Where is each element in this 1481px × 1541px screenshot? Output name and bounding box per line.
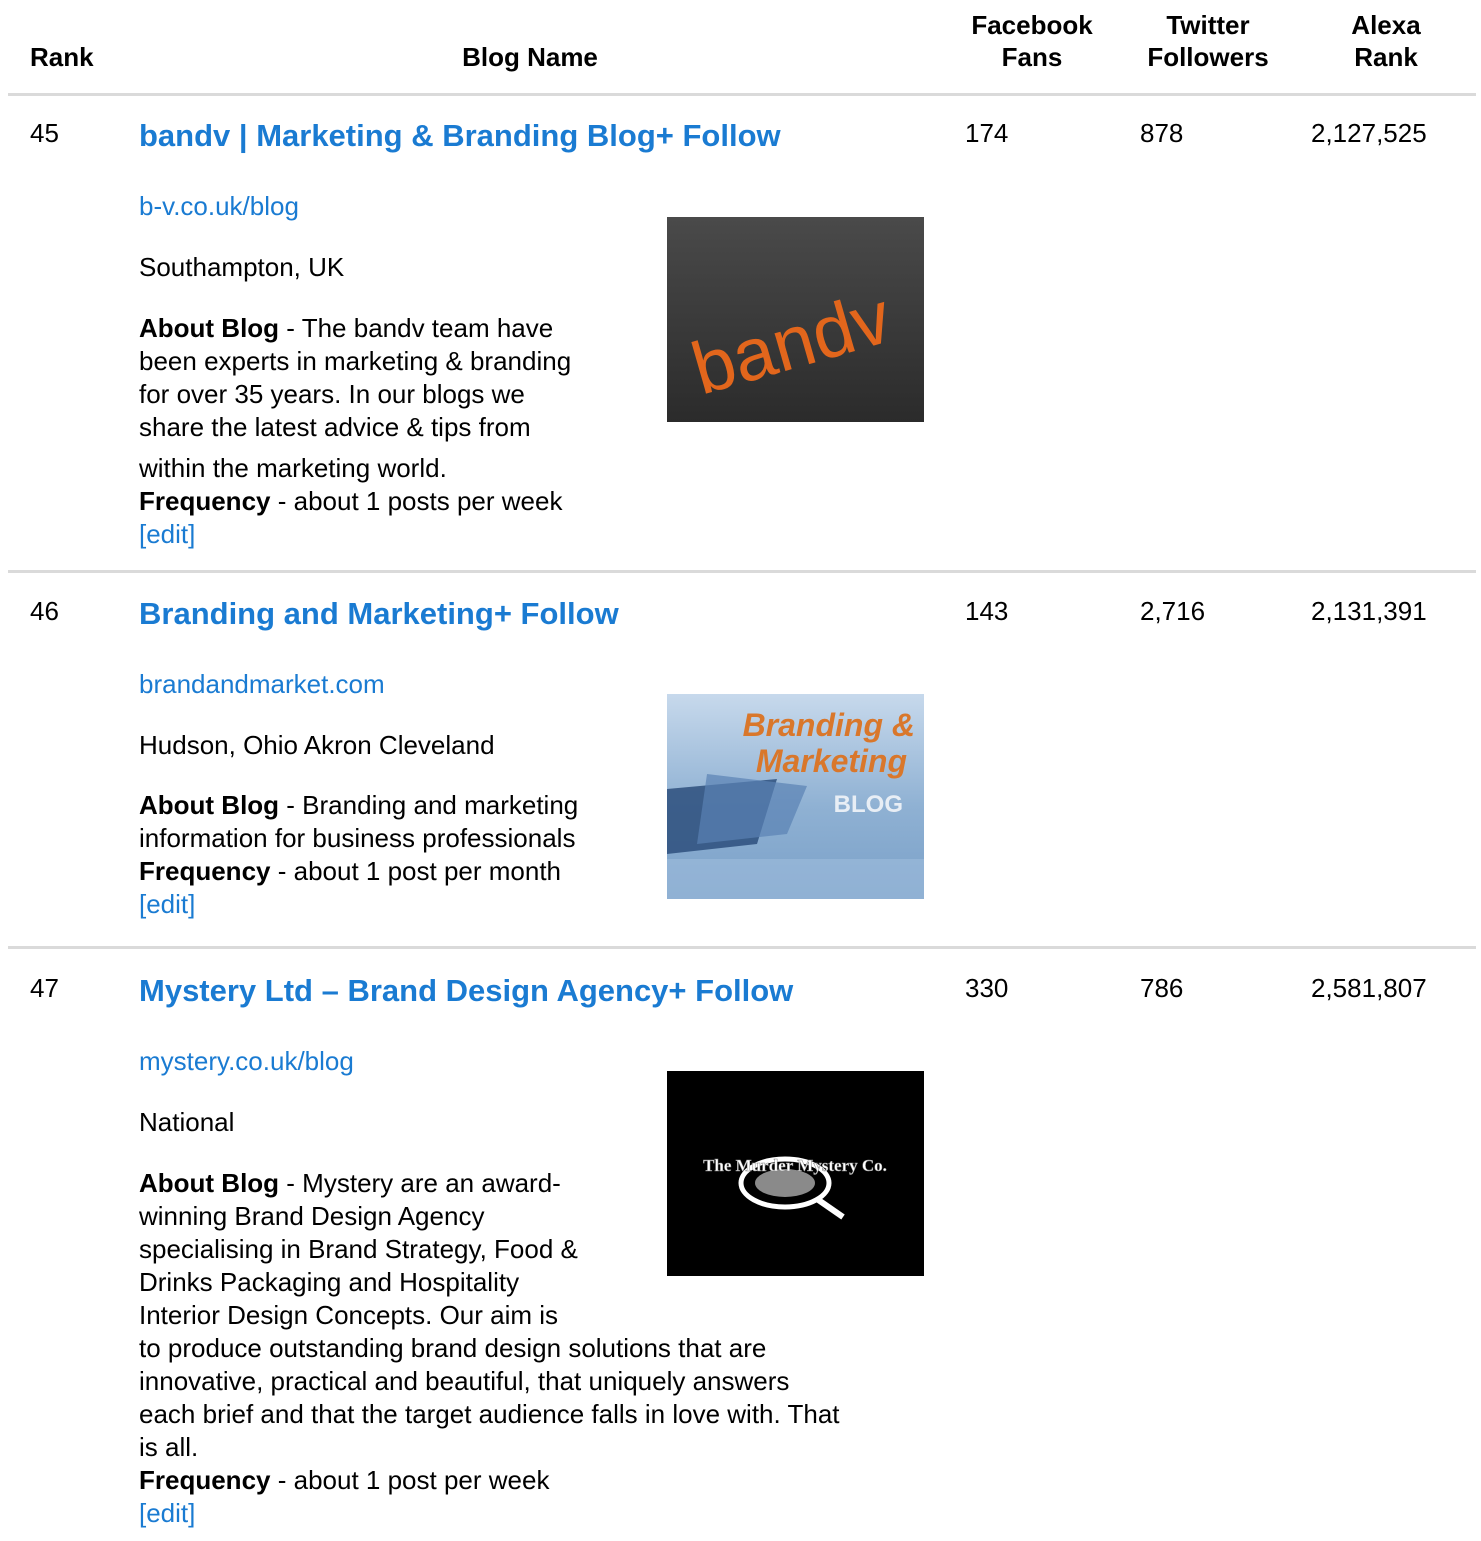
twitter-followers-cell: 786: [1140, 973, 1184, 1003]
blog-description: About Blog - Branding and marketing info…: [139, 789, 578, 921]
thumb-logo-text: The Murder Mystery Co.: [703, 1156, 887, 1175]
blog-title-link[interactable]: bandv | Marketing & Branding Blog+ Follo…: [139, 117, 781, 155]
frequency-label: Frequency: [139, 486, 271, 516]
column-header-twitter-line1: Twitter: [1166, 10, 1250, 40]
branding-marketing-logo-image: Branding & Marketing BLOG: [667, 707, 924, 899]
murder-mystery-logo-image: The Murder Mystery Co.: [703, 1156, 887, 1220]
column-header-alexa-rank: Alexa Rank: [1306, 9, 1466, 73]
about-line: share the latest advice & tips from: [139, 412, 531, 442]
bandv-logo-image: bandv: [683, 275, 900, 410]
facebook-fans-cell: 330: [965, 973, 1009, 1003]
blog-title: Branding and Marketing: [139, 596, 494, 631]
about-line: within the marketing world.: [139, 453, 447, 483]
column-header-twitter-line2: Followers: [1147, 42, 1269, 72]
alexa-rank-cell: 2,127,525: [1311, 118, 1427, 148]
column-header-facebook-fans: Facebook Fans: [952, 9, 1112, 73]
about-line: been experts in marketing & branding: [139, 346, 572, 376]
about-text: - Mystery are an award-: [279, 1168, 561, 1198]
frequency-text: - about 1 posts per week: [270, 486, 563, 516]
about-line: About Blog - Branding and marketing: [139, 789, 578, 822]
about-text: - Branding and marketing: [279, 790, 579, 820]
rank-cell: 46: [30, 596, 59, 626]
frequency-line: Frequency - about 1 post per month: [139, 855, 578, 888]
blog-title: Mystery Ltd – Brand Design Agency: [139, 973, 669, 1008]
rank-cell: 45: [30, 118, 59, 148]
about-line: to produce outstanding brand design solu…: [139, 1333, 767, 1363]
follow-button[interactable]: + Follow: [494, 596, 619, 631]
blog-location: Southampton, UK: [139, 252, 345, 282]
alexa-rank-cell: 2,131,391: [1311, 596, 1427, 626]
column-header-alexa-line1: Alexa: [1351, 10, 1421, 40]
column-header-alexa-line2: Rank: [1354, 42, 1418, 72]
frequency-label: Frequency: [139, 1465, 271, 1495]
column-header-blog-name: Blog Name: [462, 42, 598, 72]
facebook-fans-cell: 143: [965, 596, 1009, 626]
edit-link[interactable]: [edit]: [139, 519, 195, 549]
frequency-label: Frequency: [139, 856, 271, 886]
about-line: information for business professionals: [139, 823, 576, 853]
thumb-title-line2: Marketing: [756, 743, 907, 779]
about-line: innovative, practical and beautiful, tha…: [139, 1366, 790, 1396]
about-line: is all.: [139, 1432, 199, 1462]
blog-url-link[interactable]: b-v.co.uk/blog: [139, 190, 299, 222]
blog-description: About Blog - The bandv team have been ex…: [139, 312, 571, 551]
edit-link[interactable]: [edit]: [139, 889, 195, 919]
row-divider: [8, 946, 1476, 949]
blog-thumbnail[interactable]: Branding & Marketing BLOG: [667, 694, 924, 899]
bandv-logo-text: bandv: [683, 275, 900, 410]
row-divider: [8, 570, 1476, 573]
alexa-rank-cell: 2,581,807: [1311, 973, 1427, 1003]
twitter-followers-cell: 878: [1140, 118, 1184, 148]
frequency-text: - about 1 post per week: [270, 1465, 550, 1495]
blog-title-link[interactable]: Branding and Marketing+ Follow: [139, 595, 619, 633]
blog-url-link[interactable]: brandandmarket.com: [139, 668, 385, 700]
facebook-fans-cell: 174: [965, 118, 1009, 148]
about-label: About Blog: [139, 790, 280, 820]
blog-thumbnail[interactable]: The Murder Mystery Co.: [667, 1071, 924, 1276]
edit-link[interactable]: [edit]: [139, 1498, 195, 1528]
column-header-twitter-followers: Twitter Followers: [1128, 9, 1288, 73]
frequency-line: Frequency - about 1 post per week: [139, 1464, 840, 1497]
blog-title: bandv | Marketing & Branding Blog: [139, 118, 656, 153]
follow-button[interactable]: + Follow: [668, 973, 793, 1008]
blog-url-link[interactable]: mystery.co.uk/blog: [139, 1045, 354, 1077]
blog-location: Hudson, Ohio Akron Cleveland: [139, 730, 495, 760]
about-label: About Blog: [139, 1168, 280, 1198]
frequency-text: - about 1 post per month: [270, 856, 562, 886]
thumb-blog-label: BLOG: [834, 791, 903, 818]
about-line: for over 35 years. In our blogs we: [139, 379, 525, 409]
header-divider: [8, 93, 1476, 96]
column-header-facebook-line1: Facebook: [971, 10, 1093, 40]
about-line: About Blog - The bandv team have: [139, 312, 571, 345]
column-header-rank: Rank: [30, 42, 94, 72]
about-line: each brief and that the target audience …: [139, 1399, 840, 1429]
thumb-title-line1: Branding &: [743, 707, 915, 743]
blog-thumbnail[interactable]: bandv: [667, 217, 924, 422]
rank-cell: 47: [30, 973, 59, 1003]
column-header-facebook-line2: Fans: [1001, 42, 1063, 72]
frequency-line: Frequency - about 1 posts per week: [139, 485, 571, 518]
twitter-followers-cell: 2,716: [1140, 596, 1206, 626]
follow-button[interactable]: + Follow: [656, 118, 781, 153]
about-text: - The bandv team have: [279, 313, 554, 343]
blog-title-link[interactable]: Mystery Ltd – Brand Design Agency+ Follo…: [139, 972, 793, 1010]
about-line: Interior Design Concepts. Our aim is: [139, 1300, 559, 1330]
blog-location: National: [139, 1107, 235, 1137]
about-label: About Blog: [139, 313, 280, 343]
